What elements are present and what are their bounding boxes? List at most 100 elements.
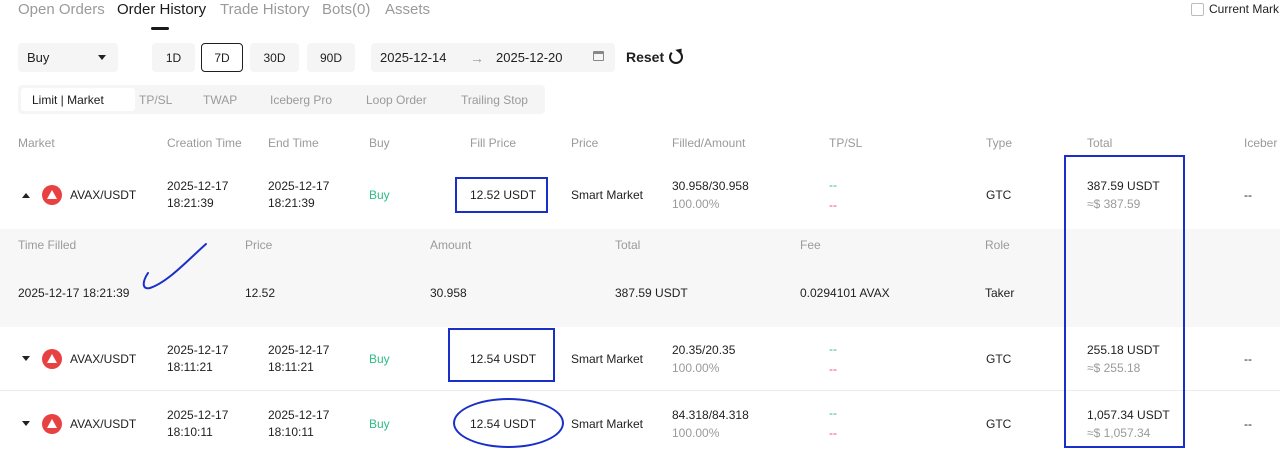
col-total: Total [1087, 136, 1113, 150]
side-select-value: Buy [27, 50, 50, 65]
order-side: Buy [369, 352, 390, 366]
take-profit: -- [829, 342, 837, 356]
col-creation-time: Creation Time [167, 136, 242, 150]
order-type: GTC [986, 352, 1012, 366]
detail-total: 387.59 USDT [615, 286, 688, 300]
tab-assets[interactable]: Assets [385, 1, 430, 18]
period-7d-button[interactable]: 7D [201, 43, 243, 72]
col-side: Buy [369, 136, 390, 150]
end-date: 2025-12-17 [268, 408, 330, 422]
avax-coin-icon [42, 185, 62, 205]
subtab-loop-order[interactable]: Loop Order [366, 93, 427, 107]
detail-col-role: Role [985, 238, 1010, 252]
collapse-row-icon[interactable] [22, 193, 30, 198]
end-time: 18:21:39 [268, 196, 315, 210]
date-range-picker[interactable]: 2025-12-14 → 2025-12-20 [371, 43, 615, 72]
arrow-right-icon: → [470, 50, 484, 66]
creation-time: 18:10:11 [167, 425, 213, 439]
col-tpsl: TP/SL [829, 136, 863, 150]
annotation-box-totals [1064, 155, 1185, 448]
creation-date: 2025-12-17 [167, 179, 229, 193]
annotation-box-fill-price-2 [448, 328, 555, 382]
take-profit: -- [829, 178, 837, 192]
order-type-tabs: Limit | Market TP/SL TWAP Iceberg Pro Lo… [18, 85, 545, 114]
col-end-time: End Time [268, 136, 319, 150]
col-type: Type [986, 136, 1013, 150]
subtab-trailing-stop[interactable]: Trailing Stop [461, 93, 528, 107]
market-pair: AVAX/USDT [70, 417, 137, 431]
annotation-box-fill-price-1 [455, 177, 548, 213]
col-iceberg: Iceber [1244, 136, 1278, 150]
iceberg-value: -- [1244, 188, 1252, 202]
date-end[interactable]: 2025-12-20 [496, 50, 563, 65]
end-date: 2025-12-17 [268, 343, 330, 357]
take-profit: -- [829, 406, 837, 420]
filled-percent: 100.00% [672, 361, 720, 375]
end-time: 18:11:21 [268, 360, 314, 374]
col-fill-price: Fill Price [470, 136, 517, 150]
order-type: GTC [986, 188, 1012, 202]
order-side: Buy [369, 417, 390, 431]
iceberg-value: -- [1244, 417, 1252, 431]
col-filled-amount: Filled/Amount [672, 136, 746, 150]
stop-loss: -- [829, 198, 837, 212]
period-90d-button[interactable]: 90D [307, 43, 355, 72]
tab-open-orders[interactable]: Open Orders [18, 1, 105, 18]
current-mark-label: Current Mark [1209, 2, 1280, 16]
detail-time-filled: 2025-12-17 18:21:39 [18, 286, 130, 300]
side-select[interactable]: Buy [18, 43, 118, 72]
filled-percent: 100.00% [672, 426, 720, 440]
detail-fee: 0.0294101 AVAX [800, 286, 890, 300]
order-side: Buy [369, 188, 390, 202]
detail-col-total: Total [615, 238, 641, 252]
filled-amount: 30.958/30.958 [672, 179, 749, 193]
active-tab-indicator [151, 27, 169, 30]
date-start[interactable]: 2025-12-14 [380, 50, 447, 65]
creation-time: 18:11:21 [167, 360, 213, 374]
tab-bots[interactable]: Bots(0) [322, 1, 370, 18]
chevron-down-icon [98, 55, 106, 60]
period-1d-button[interactable]: 1D [152, 43, 195, 72]
subtab-twap[interactable]: TWAP [203, 93, 237, 107]
annotation-ellipse-fill-price-3 [453, 398, 564, 448]
end-time: 18:10:11 [268, 425, 314, 439]
creation-date: 2025-12-17 [167, 408, 229, 422]
subtab-limit-market[interactable]: Limit | Market [32, 93, 104, 107]
avax-coin-icon [42, 349, 62, 369]
iceberg-value: -- [1244, 352, 1252, 366]
avax-coin-icon [42, 414, 62, 434]
end-date: 2025-12-17 [268, 179, 330, 193]
order-type: GTC [986, 417, 1012, 431]
order-price: Smart Market [571, 352, 644, 366]
creation-date: 2025-12-17 [167, 343, 229, 357]
detail-col-fee: Fee [800, 238, 821, 252]
order-price: Smart Market [571, 417, 644, 431]
market-pair: AVAX/USDT [70, 188, 137, 202]
subtab-iceberg-pro[interactable]: Iceberg Pro [270, 93, 332, 107]
reset-button[interactable]: Reset [626, 49, 684, 65]
filled-percent: 100.00% [672, 197, 720, 211]
annotation-checkmark [142, 243, 207, 290]
tab-trade-history[interactable]: Trade History [220, 1, 309, 18]
calendar-icon[interactable] [593, 51, 604, 61]
detail-col-time-filled: Time Filled [18, 238, 77, 252]
expand-row-icon[interactable] [22, 356, 30, 361]
filled-amount: 20.35/20.35 [672, 343, 736, 357]
col-market: Market [18, 136, 55, 150]
current-mark-toggle[interactable]: Current Mark [1191, 2, 1279, 16]
creation-time: 18:21:39 [167, 196, 214, 210]
market-pair: AVAX/USDT [70, 352, 137, 366]
tab-order-history[interactable]: Order History [117, 1, 206, 18]
detail-price: 12.52 [245, 286, 276, 300]
stop-loss: -- [829, 362, 837, 376]
stop-loss: -- [829, 426, 837, 440]
subtab-tpsl[interactable]: TP/SL [139, 93, 172, 107]
col-price: Price [571, 136, 599, 150]
refresh-icon [669, 50, 684, 64]
expand-row-icon[interactable] [22, 421, 30, 426]
current-mark-checkbox[interactable] [1191, 2, 1204, 16]
detail-col-price: Price [245, 238, 273, 252]
detail-amount: 30.958 [430, 286, 467, 300]
order-price: Smart Market [571, 188, 644, 202]
period-30d-button[interactable]: 30D [250, 43, 299, 72]
